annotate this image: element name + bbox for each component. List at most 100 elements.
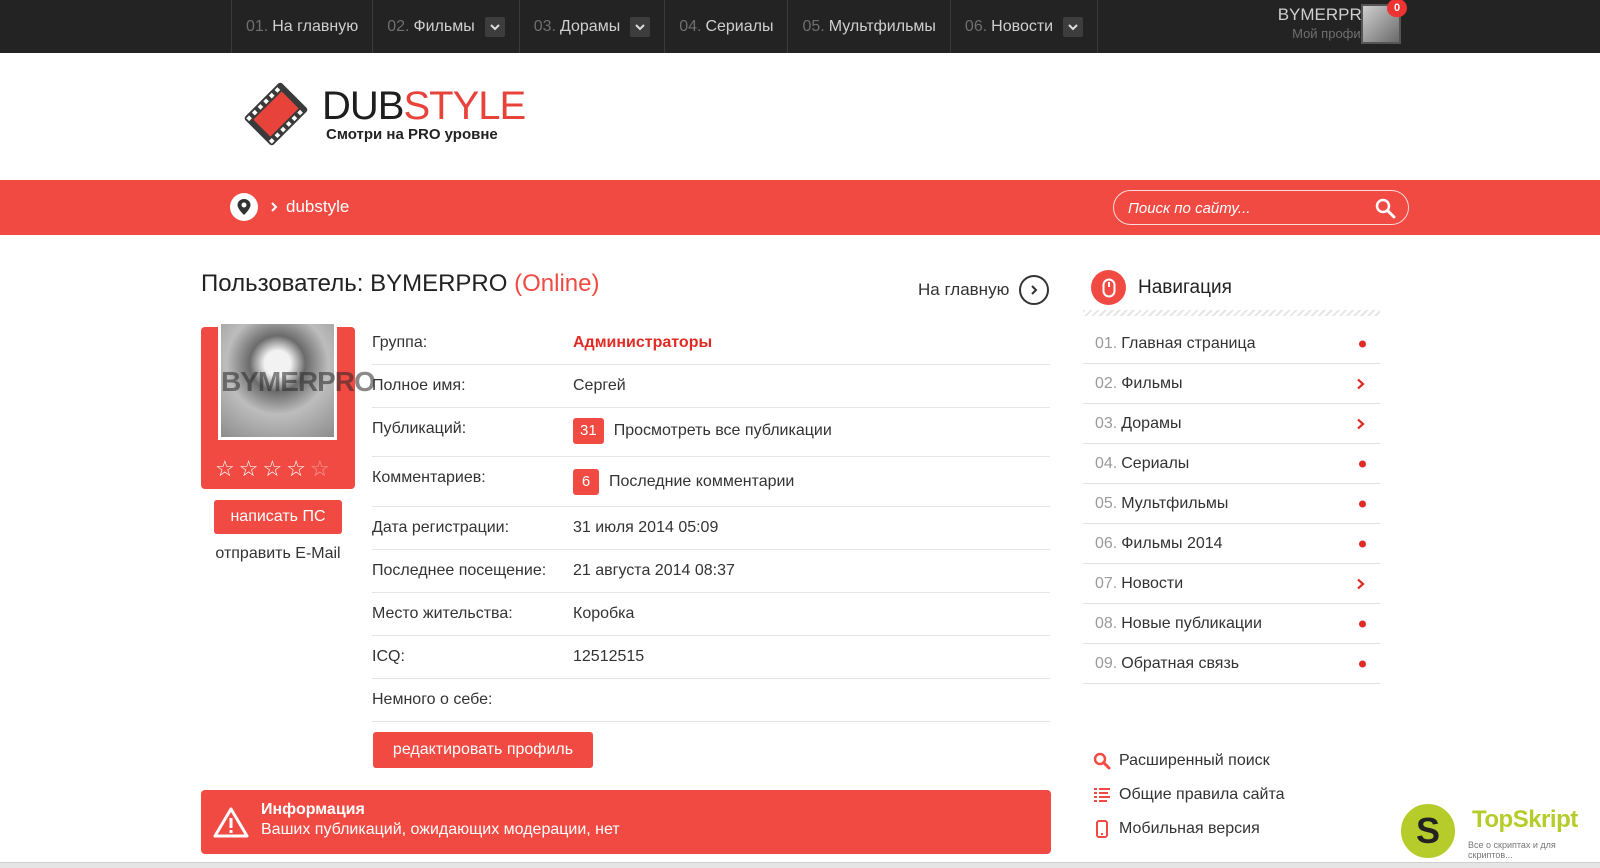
info-value-location: Коробка xyxy=(573,605,635,622)
star-icon[interactable]: ☆ xyxy=(239,458,259,480)
chevron-right-icon xyxy=(1357,578,1365,589)
info-row-publications: Публикаций: 31 Просмотреть все публикации xyxy=(372,408,1050,457)
home-link[interactable]: На главную xyxy=(918,275,1050,305)
site-logo[interactable]: DUBSTYLE Смотри на PRO уровне xyxy=(236,78,526,148)
info-label: ICQ: xyxy=(372,648,405,665)
info-value-last-visit: 21 августа 2014 08:37 xyxy=(573,562,735,579)
last-comments-link[interactable]: Последние комментарии xyxy=(609,473,794,490)
avatar-watermark-text: BYMERPRO xyxy=(221,366,376,397)
info-row-fullname: Полное имя: Сергей xyxy=(372,365,1050,408)
logo-tagline: Смотри на PRO уровне xyxy=(326,126,498,143)
topnav-item-home[interactable]: 01. На главную xyxy=(232,0,374,53)
sidebar-item-films[interactable]: 02. Фильмы xyxy=(1083,364,1380,404)
top-nav-menu: 01. На главную 02. Фильмы 03. Дорамы 04.… xyxy=(231,0,1099,53)
rating-stars[interactable]: ☆ ☆ ☆ ☆ ☆ xyxy=(215,458,330,480)
sidebar-item-new-publications[interactable]: 08. Новые публикации xyxy=(1083,604,1380,644)
mouse-icon xyxy=(1091,270,1126,305)
dot-icon xyxy=(1359,500,1366,507)
search-icon xyxy=(1093,752,1111,770)
logo-part-dub: DUB xyxy=(322,84,404,128)
dot-icon xyxy=(1359,540,1366,547)
sidebar-item-number: 09. xyxy=(1095,654,1118,672)
extra-link-label: Общие правила сайта xyxy=(1119,786,1285,803)
sidebar-item-doramas[interactable]: 03. Дорамы xyxy=(1083,404,1380,444)
info-row-location: Место жительства: Коробка xyxy=(372,593,1050,636)
topnav-item-doramas[interactable]: 03. Дорамы xyxy=(520,0,666,53)
send-email-link[interactable]: отправить E-Mail xyxy=(201,545,355,563)
star-icon[interactable]: ☆ xyxy=(310,458,330,480)
star-icon[interactable]: ☆ xyxy=(262,458,282,480)
info-label: Публикаций: xyxy=(372,420,467,437)
warning-icon xyxy=(213,807,249,838)
info-label: Место жительства: xyxy=(372,605,513,622)
advanced-search-link[interactable]: Расширенный поиск xyxy=(1093,744,1285,778)
info-row-last-visit: Последнее посещение: 21 августа 2014 08:… xyxy=(372,550,1050,593)
alert-text: Ваших публикаций, ожидающих модерации, н… xyxy=(261,821,620,838)
sidebar-item-series[interactable]: 04. Сериалы xyxy=(1083,444,1380,484)
topnav-item-series[interactable]: 04. Сериалы xyxy=(665,0,789,53)
search-input[interactable] xyxy=(1128,198,1368,218)
mobile-icon xyxy=(1096,820,1108,838)
logo-part-style: STYLE xyxy=(403,84,526,128)
topnav-item-cartoons[interactable]: 05. Мультфильмы xyxy=(788,0,951,53)
topnav-item-news[interactable]: 06. Новости xyxy=(951,0,1099,53)
sidebar-title: Навигация xyxy=(1138,276,1232,298)
sidebar-item-label: Мультфильмы xyxy=(1121,494,1229,512)
edit-profile-button[interactable]: редактировать профиль xyxy=(373,732,593,768)
chevron-right-icon xyxy=(271,202,278,212)
notification-badge[interactable]: 0 xyxy=(1387,0,1407,17)
info-row-comments: Комментариев: 6 Последние комментарии xyxy=(372,457,1050,507)
info-label: Дата регистрации: xyxy=(372,519,510,536)
info-label: Комментариев: xyxy=(372,469,486,486)
sidebar-item-label: Обратная связь xyxy=(1121,654,1240,672)
info-value-registration: 31 июля 2014 05:09 xyxy=(573,519,719,536)
star-icon[interactable]: ☆ xyxy=(286,458,306,480)
site-rules-link[interactable]: Общие правила сайта xyxy=(1093,778,1285,812)
sidebar-item-home[interactable]: 01. Главная страница xyxy=(1083,324,1380,364)
page-title: Пользователь: BYMERPRO (Online) xyxy=(201,270,599,298)
dot-icon xyxy=(1359,660,1366,667)
topskript-name: TopSkript xyxy=(1472,806,1578,833)
topnav-item-label: Мультфильмы xyxy=(828,17,936,35)
sidebar-item-label: Фильмы xyxy=(1121,374,1183,392)
sidebar-item-films-2014[interactable]: 06. Фильмы 2014 xyxy=(1083,524,1380,564)
top-navbar: 01. На главную 02. Фильмы 03. Дорамы 04.… xyxy=(0,0,1600,53)
topnav-item-number: 05. xyxy=(802,17,825,35)
info-row-group: Группа: Администраторы xyxy=(372,322,1050,365)
dot-icon xyxy=(1359,460,1366,467)
profile-info-table: Группа: Администраторы Полное имя: Серге… xyxy=(372,322,1050,722)
breadcrumb-item[interactable]: dubstyle xyxy=(286,197,349,217)
sidebar-item-number: 01. xyxy=(1095,334,1118,352)
chevron-down-icon[interactable] xyxy=(1063,16,1084,37)
mobile-version-link[interactable]: Мобильная версия xyxy=(1093,812,1285,846)
info-label: Полное имя: xyxy=(372,377,466,394)
sidebar-item-feedback[interactable]: 09. Обратная связь xyxy=(1083,644,1380,684)
star-icon[interactable]: ☆ xyxy=(215,458,235,480)
online-status: (Online) xyxy=(514,270,600,297)
sidebar-item-number: 07. xyxy=(1095,574,1118,592)
topnav-item-label: Сериалы xyxy=(705,17,774,35)
search-icon[interactable] xyxy=(1374,197,1396,219)
info-label: Последнее посещение: xyxy=(372,562,547,579)
chevron-down-icon[interactable] xyxy=(630,16,651,37)
dot-icon xyxy=(1359,620,1366,627)
topnav-item-number: 01. xyxy=(246,17,269,35)
chevron-down-icon[interactable] xyxy=(484,16,505,37)
info-value-group[interactable]: Администраторы xyxy=(573,334,712,352)
info-row-icq: ICQ: 12512515 xyxy=(372,636,1050,679)
topskript-tagline: Все о скриптах и для скриптов... xyxy=(1468,840,1556,860)
location-pin-icon xyxy=(230,193,258,221)
topnav-item-films[interactable]: 02. Фильмы xyxy=(373,0,520,53)
topnav-item-label: Новости xyxy=(991,17,1054,35)
sidebar-item-cartoons[interactable]: 05. Мультфильмы xyxy=(1083,484,1380,524)
sidebar-item-label: Новости xyxy=(1121,574,1184,592)
topnav-item-number: 03. xyxy=(533,17,556,35)
view-all-publications-link[interactable]: Просмотреть все публикации xyxy=(614,422,832,439)
topnav-item-label: На главную xyxy=(272,17,359,35)
avatar-card: BYMERPRO ☆ ☆ ☆ ☆ ☆ xyxy=(201,321,376,489)
sidebar-item-news[interactable]: 07. Новости xyxy=(1083,564,1380,604)
write-pm-button[interactable]: написать ПС xyxy=(214,500,342,534)
sidebar-divider xyxy=(1083,310,1380,316)
page-title-user: Пользователь: BYMERPRO xyxy=(201,270,508,297)
sidebar-item-number: 03. xyxy=(1095,414,1118,432)
